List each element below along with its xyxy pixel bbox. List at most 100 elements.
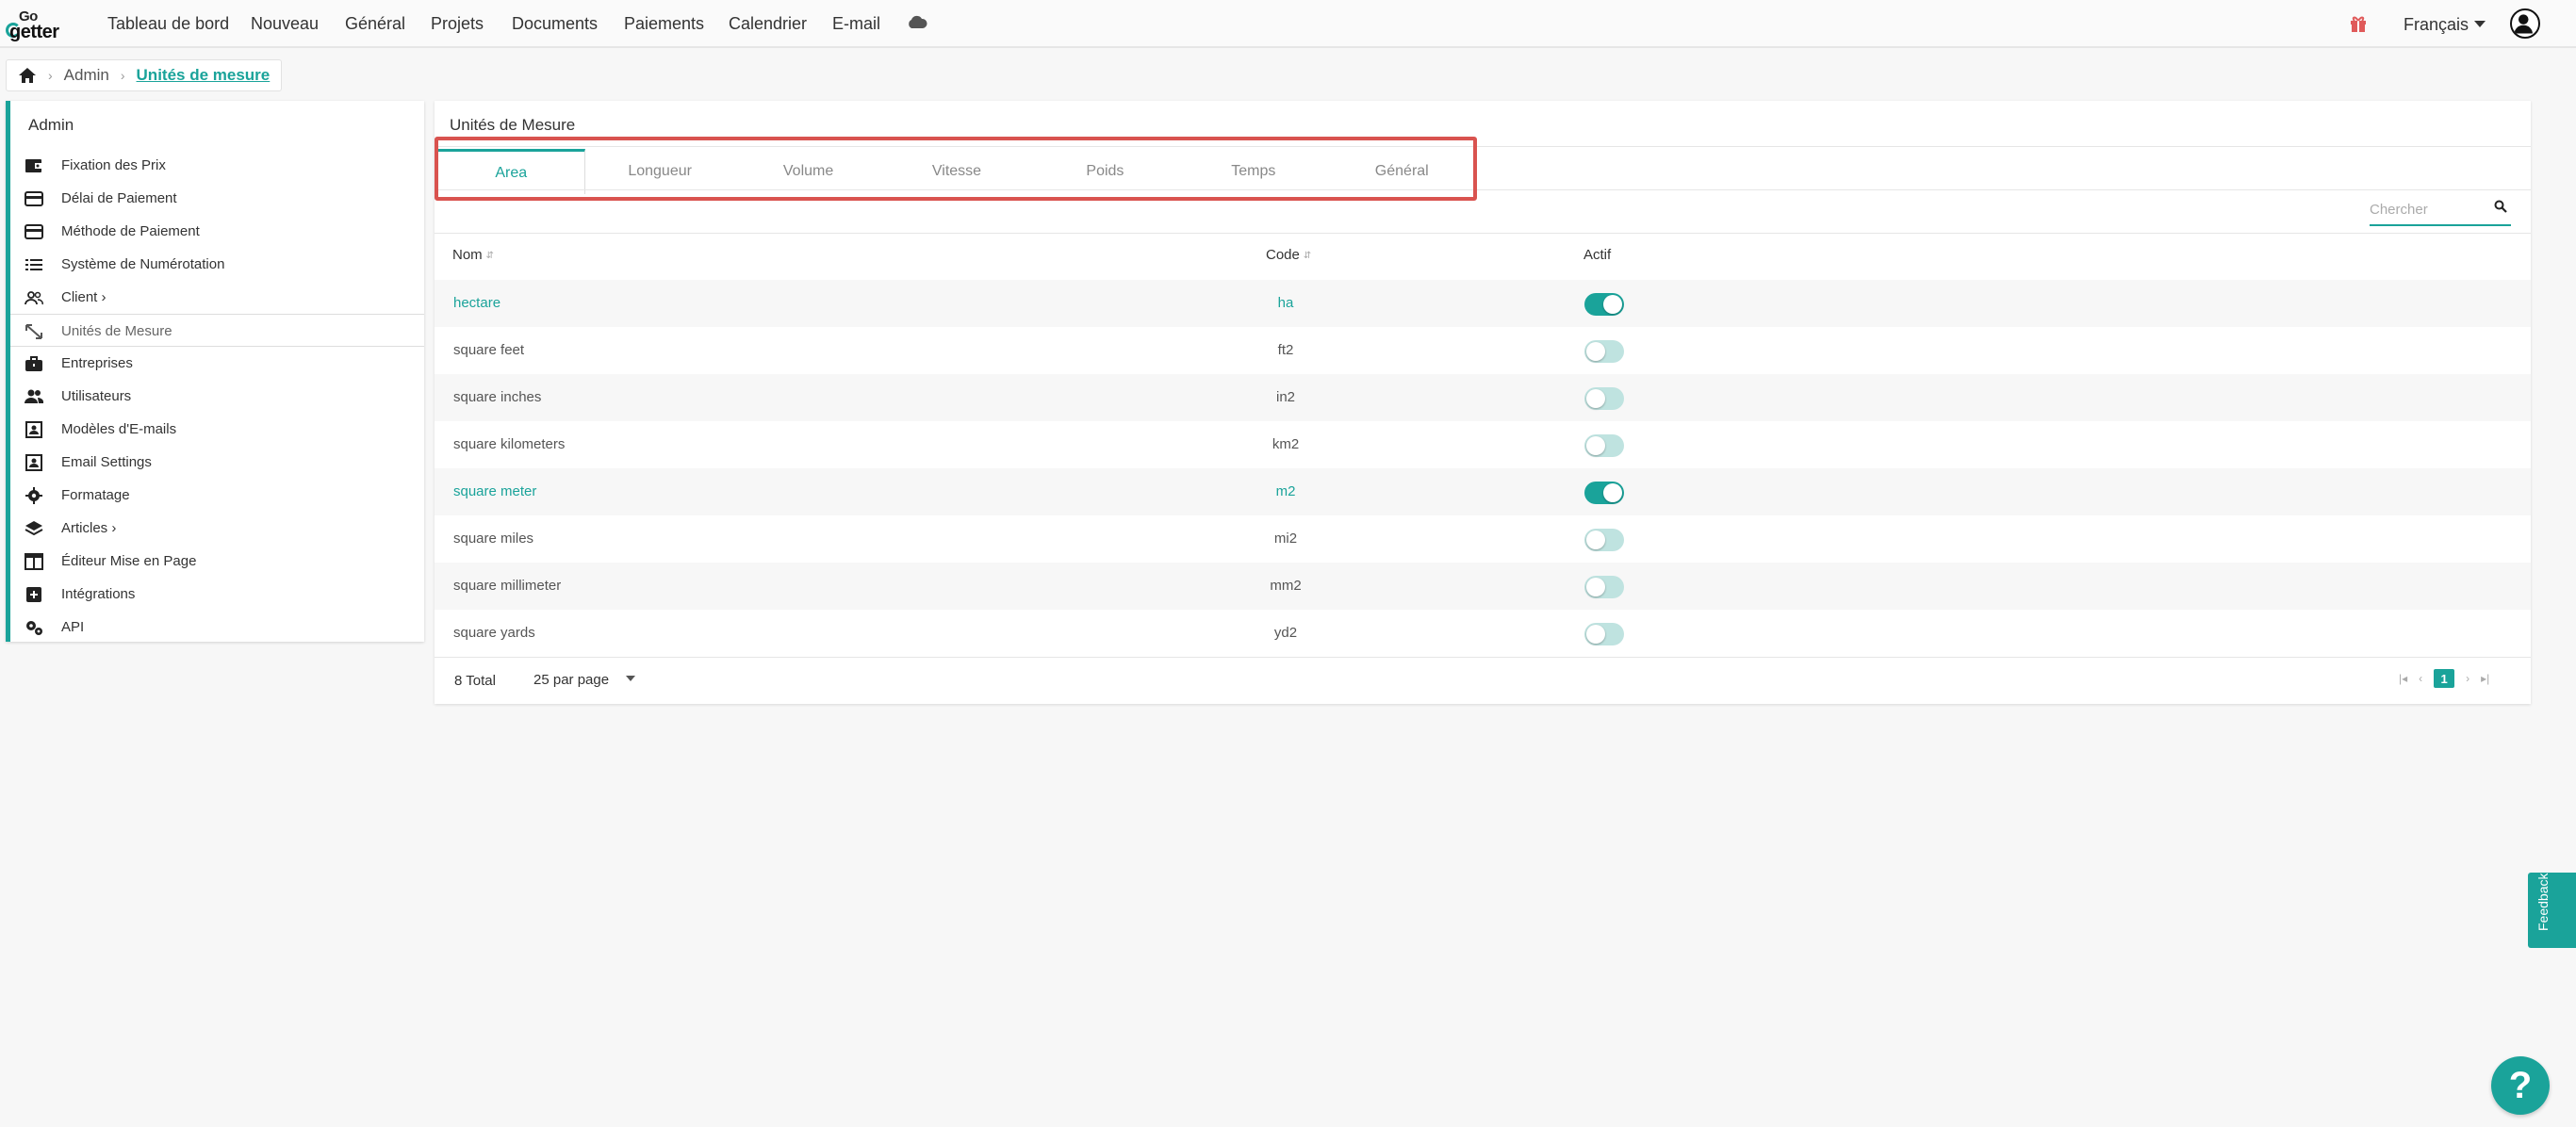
active-toggle[interactable] bbox=[1584, 434, 1624, 457]
sidebar-item-client[interactable]: Client › bbox=[10, 281, 424, 314]
nav-general[interactable]: Général bbox=[345, 14, 405, 34]
nav-dashboard[interactable]: Tableau de bord bbox=[107, 14, 229, 34]
layout-icon bbox=[25, 553, 43, 570]
unit-name[interactable]: square inches bbox=[453, 389, 541, 405]
briefcase-icon bbox=[25, 356, 42, 371]
gift-icon[interactable] bbox=[2349, 14, 2368, 33]
nav-documents[interactable]: Documents bbox=[512, 14, 598, 34]
search-input[interactable] bbox=[2370, 202, 2483, 218]
email-template-icon bbox=[25, 421, 42, 438]
tab-general[interactable]: Général bbox=[1328, 149, 1476, 194]
sidebar-item-label: Formatage bbox=[61, 487, 130, 503]
nav-payments[interactable]: Paiements bbox=[624, 14, 704, 34]
help-button[interactable]: ? bbox=[2491, 1056, 2550, 1115]
table-row[interactable]: square millimeter mm2 bbox=[435, 563, 2531, 610]
sidebar-item-label: Éditeur Mise en Page bbox=[61, 553, 197, 569]
unit-name[interactable]: square kilometers bbox=[453, 436, 565, 452]
divider bbox=[435, 657, 2531, 658]
table-row[interactable]: square miles mi2 bbox=[435, 515, 2531, 563]
unit-name[interactable]: square meter bbox=[453, 483, 536, 499]
nav-projects[interactable]: Projets bbox=[431, 14, 484, 34]
tab-weight[interactable]: Poids bbox=[1031, 149, 1179, 194]
sidebar-item-payment-terms[interactable]: Délai de Paiement bbox=[10, 182, 424, 215]
sidebar-item-payment-method[interactable]: Méthode de Paiement bbox=[10, 215, 424, 248]
unit-code: yd2 bbox=[1273, 625, 1298, 641]
sidebar-item-label: Email Settings bbox=[61, 454, 152, 470]
table-row[interactable]: square yards yd2 bbox=[435, 610, 2531, 657]
sidebar-item-users[interactable]: Utilisateurs bbox=[10, 380, 424, 413]
active-toggle[interactable] bbox=[1584, 482, 1624, 504]
sidebar-item-pricing[interactable]: Fixation des Prix bbox=[10, 149, 424, 182]
nav-calendar[interactable]: Calendrier bbox=[729, 14, 807, 34]
prev-page-icon[interactable]: ‹ bbox=[2419, 672, 2422, 685]
tab-area[interactable]: Area bbox=[437, 149, 586, 194]
avatar[interactable] bbox=[2510, 8, 2540, 39]
breadcrumb-admin[interactable]: Admin bbox=[64, 66, 109, 85]
last-page-icon[interactable]: ▸| bbox=[2481, 672, 2489, 685]
breadcrumb-current[interactable]: Unités de mesure bbox=[137, 66, 271, 85]
toggle-knob bbox=[1603, 295, 1622, 314]
sidebar-item-units[interactable]: Unités de Mesure bbox=[10, 314, 424, 347]
logo-bottom-text: getter bbox=[9, 22, 59, 42]
tab-volume[interactable]: Volume bbox=[734, 149, 882, 194]
divider bbox=[435, 233, 2531, 234]
nav-new[interactable]: Nouveau bbox=[251, 14, 319, 34]
divider bbox=[435, 189, 2531, 190]
sidebar-item-api[interactable]: API bbox=[10, 611, 424, 644]
sidebar-item-companies[interactable]: Entreprises bbox=[10, 347, 424, 380]
caret-down-icon bbox=[2474, 21, 2486, 27]
toggle-knob bbox=[1586, 342, 1605, 361]
per-page-select[interactable]: 25 par page bbox=[533, 672, 636, 688]
unit-name[interactable]: square miles bbox=[453, 531, 533, 547]
sidebar-item-email-settings[interactable]: Email Settings bbox=[10, 446, 424, 479]
cloud-icon[interactable] bbox=[907, 14, 927, 29]
table-row[interactable]: square meter m2 bbox=[435, 468, 2531, 515]
feedback-label: Feedback bbox=[2535, 873, 2551, 931]
language-label: Français bbox=[2404, 15, 2469, 34]
sidebar-item-formatting[interactable]: Formatage bbox=[10, 479, 424, 512]
tab-speed[interactable]: Vitesse bbox=[882, 149, 1030, 194]
sidebar-title: Admin bbox=[28, 116, 74, 134]
sidebar-item-label: Utilisateurs bbox=[61, 388, 132, 404]
table-row[interactable]: hectare ha bbox=[435, 280, 2531, 327]
sidebar-item-label: Intégrations bbox=[61, 586, 136, 602]
sidebar-item-label: Système de Numérotation bbox=[61, 256, 225, 272]
table-row[interactable]: square inches in2 bbox=[435, 374, 2531, 421]
unit-code: mi2 bbox=[1273, 531, 1298, 547]
sidebar-item-layout-editor[interactable]: Éditeur Mise en Page bbox=[10, 545, 424, 578]
home-icon[interactable] bbox=[18, 67, 37, 84]
active-toggle[interactable] bbox=[1584, 576, 1624, 598]
column-header-name[interactable]: Nom ⇵ bbox=[452, 247, 494, 263]
tab-length[interactable]: Longueur bbox=[585, 149, 733, 194]
unit-name[interactable]: hectare bbox=[453, 295, 500, 311]
table-row[interactable]: square feet ft2 bbox=[435, 327, 2531, 374]
nav-email[interactable]: E-mail bbox=[832, 14, 880, 34]
column-header-code[interactable]: Code ⇵ bbox=[1266, 247, 1311, 263]
card-title: Unités de Mesure bbox=[450, 116, 576, 134]
sidebar-item-email-templates[interactable]: Modèles d'E-mails bbox=[10, 413, 424, 446]
current-page[interactable]: 1 bbox=[2434, 669, 2455, 688]
sidebar-item-integrations[interactable]: Intégrations bbox=[10, 578, 424, 611]
active-toggle[interactable] bbox=[1584, 623, 1624, 645]
tab-time[interactable]: Temps bbox=[1179, 149, 1327, 194]
next-page-icon[interactable]: › bbox=[2466, 672, 2469, 685]
unit-name[interactable]: square millimeter bbox=[453, 578, 561, 594]
gogetter-logo[interactable]: Go getter bbox=[6, 8, 77, 42]
unit-name[interactable]: square feet bbox=[453, 342, 524, 358]
active-toggle[interactable] bbox=[1584, 293, 1624, 316]
feedback-button[interactable]: Feedback bbox=[2528, 873, 2576, 948]
units-card: Unités de Mesure Area Longueur Volume Vi… bbox=[435, 101, 2531, 704]
wallet-icon bbox=[25, 159, 41, 172]
active-toggle[interactable] bbox=[1584, 387, 1624, 410]
sidebar-item-articles[interactable]: Articles › bbox=[10, 512, 424, 545]
sidebar-item-numbering[interactable]: Système de Numérotation bbox=[10, 248, 424, 281]
table-row[interactable]: square kilometers km2 bbox=[435, 421, 2531, 468]
search-icon[interactable] bbox=[2494, 200, 2507, 213]
language-selector[interactable]: Français bbox=[2404, 15, 2486, 35]
sidebar-item-label: Modèles d'E-mails bbox=[61, 421, 177, 437]
unit-name[interactable]: square yards bbox=[453, 625, 535, 641]
first-page-icon[interactable]: |◂ bbox=[2399, 672, 2407, 685]
active-toggle[interactable] bbox=[1584, 340, 1624, 363]
active-toggle[interactable] bbox=[1584, 529, 1624, 551]
email-template-icon bbox=[25, 454, 42, 471]
